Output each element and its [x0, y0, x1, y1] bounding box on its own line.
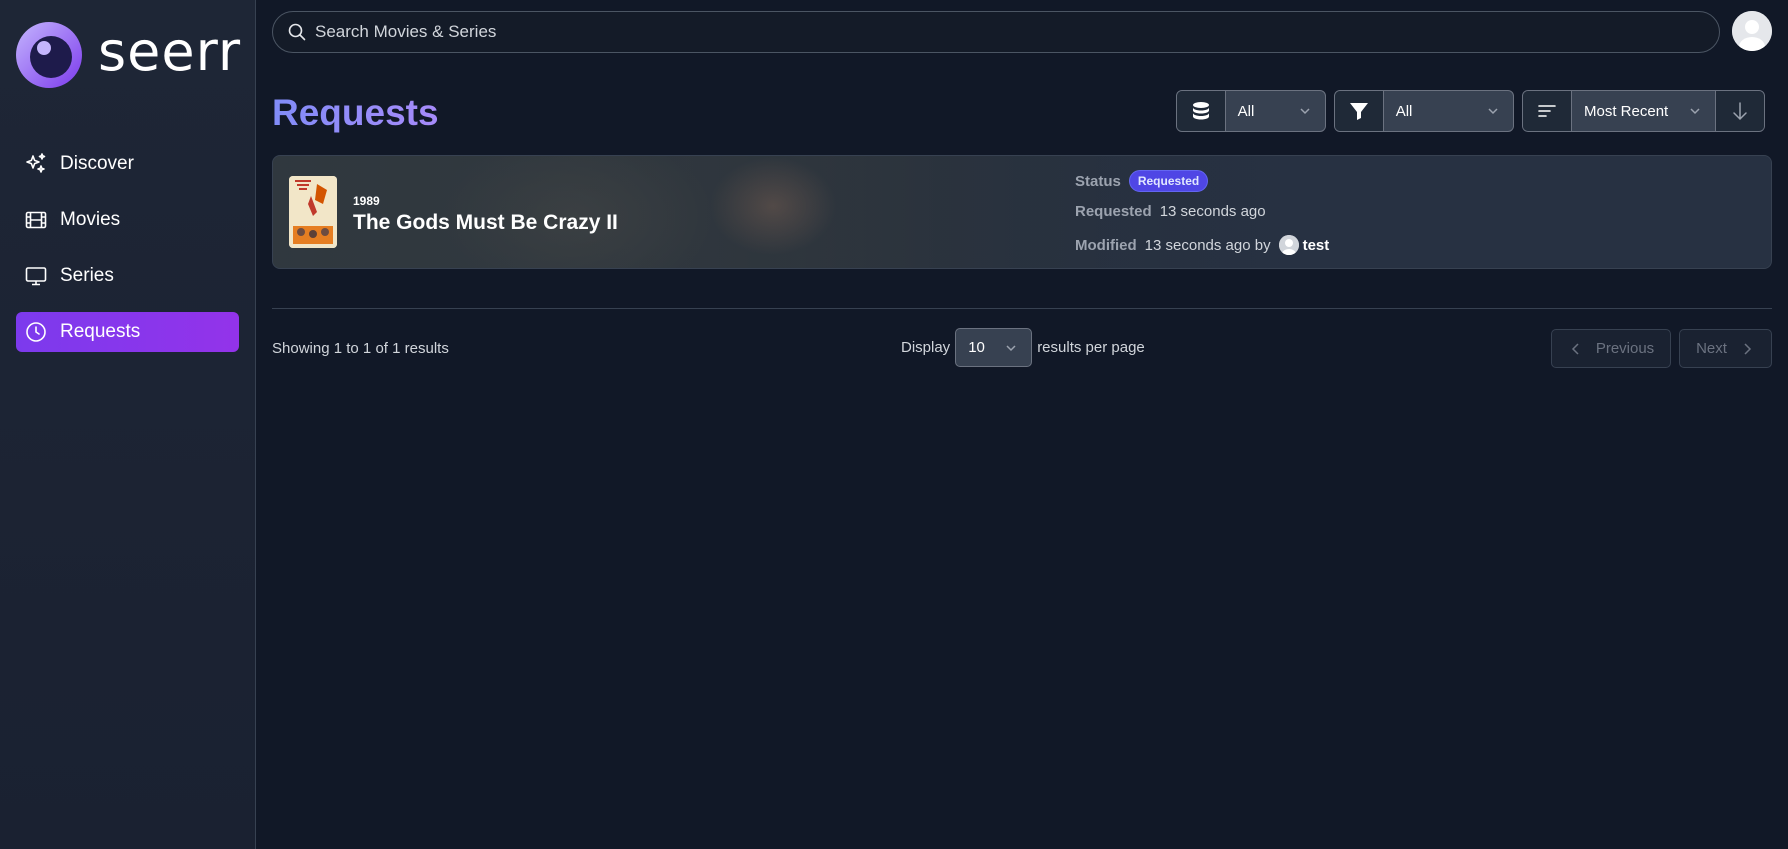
showing-prefix: Showing: [272, 340, 330, 357]
request-title[interactable]: The Gods Must Be Crazy II: [353, 211, 618, 235]
sparkles-icon: [26, 153, 46, 173]
chevron-down-icon: [1300, 108, 1310, 115]
sidebar-item-discover[interactable]: Discover: [16, 144, 239, 184]
showing-to-word: to: [346, 340, 359, 357]
sort-value: Most Recent: [1584, 102, 1669, 120]
request-year: 1989: [353, 194, 380, 208]
media-type-filter-icon-box: [1177, 91, 1226, 131]
clock-icon: [26, 322, 46, 342]
requested-time: 13 seconds ago: [1159, 203, 1266, 220]
sidebar-item-requests[interactable]: Requests: [16, 312, 239, 352]
showing-total: 1: [392, 340, 401, 357]
requested-label: Requested: [1075, 203, 1152, 220]
filter-icon: [1349, 103, 1368, 120]
modifier-avatar[interactable]: [1278, 235, 1299, 255]
chevron-right-icon: [1744, 342, 1751, 355]
showing-of-word: of: [375, 340, 388, 357]
per-page-suffix: results per page: [1037, 339, 1145, 356]
chevron-down-icon: [1006, 344, 1016, 351]
database-icon: [1192, 102, 1209, 120]
page-title: Requests: [272, 92, 439, 133]
search-icon: [288, 23, 306, 41]
chevron-down-icon: [1690, 108, 1700, 115]
results-summary: Showing 1 to 1 of 1 results: [272, 340, 449, 357]
showing-results-word: results: [404, 340, 449, 357]
per-page-value: 10: [968, 339, 985, 356]
search-input[interactable]: [315, 22, 1675, 42]
per-page-select[interactable]: 10: [955, 328, 1033, 367]
status-label: Status: [1075, 172, 1121, 190]
status-select[interactable]: All: [1384, 91, 1513, 131]
app-name: seerr: [98, 20, 242, 83]
user-avatar[interactable]: [1732, 11, 1772, 51]
media-type-value: All: [1237, 102, 1255, 120]
modified-time: 13 seconds ago by: [1144, 236, 1271, 254]
arrow-down-icon: [1733, 102, 1747, 121]
logo[interactable]: seerr: [16, 22, 241, 88]
media-type-filter[interactable]: All: [1176, 90, 1326, 132]
sidebar-item-label: Movies: [60, 209, 121, 230]
sort-select[interactable]: Most Recent: [1572, 91, 1715, 131]
sort-direction-button[interactable]: [1715, 91, 1764, 131]
modifier-name[interactable]: test: [1303, 237, 1330, 254]
showing-from: 1: [333, 340, 343, 357]
film-icon: [25, 211, 47, 229]
sidebar-item-label: Discover: [60, 153, 134, 174]
poster-art: [289, 176, 337, 248]
media-type-select[interactable]: All: [1226, 91, 1325, 131]
sort-filter[interactable]: Most Recent: [1522, 90, 1765, 132]
sidebar-item-label: Series: [60, 265, 114, 286]
user-avatar-icon: [1732, 11, 1772, 51]
showing-to: 1: [362, 340, 372, 357]
sidebar-item-series[interactable]: Series: [16, 256, 239, 296]
previous-label: Previous: [1595, 340, 1655, 357]
sort-lines-icon: [1538, 105, 1556, 117]
request-status-row: Status Requested: [1075, 170, 1209, 192]
status-filter-value: All: [1395, 102, 1413, 120]
modified-label: Modified: [1075, 236, 1137, 254]
per-page-control: Display 10 results per page: [901, 328, 1145, 367]
user-avatar-icon: [1278, 235, 1299, 255]
request-card[interactable]: 1989 The Gods Must Be Crazy II Status Re…: [272, 155, 1772, 269]
search-bar[interactable]: [272, 11, 1720, 53]
sidebar-item-movies[interactable]: Movies: [16, 200, 239, 240]
display-label: Display: [901, 339, 951, 356]
divider: [272, 308, 1772, 309]
sort-filter-icon-box: [1523, 91, 1572, 131]
status-filter[interactable]: All: [1334, 90, 1514, 132]
status-filter-icon-box: [1335, 91, 1384, 131]
logo-eye-icon: [16, 22, 82, 88]
next-label: Next: [1696, 340, 1727, 357]
movie-poster[interactable]: [289, 176, 337, 248]
chevron-down-icon: [1488, 108, 1498, 115]
previous-button[interactable]: Previous: [1551, 329, 1671, 368]
sidebar-item-label: Requests: [60, 321, 141, 342]
request-modified-row: Modified 13 seconds ago by test: [1075, 235, 1329, 255]
sidebar-nav: Discover Movies Series Requests: [16, 144, 239, 368]
chevron-left-icon: [1571, 342, 1579, 355]
request-requested-row: Requested 13 seconds ago: [1075, 203, 1266, 220]
status-badge: Requested: [1128, 170, 1209, 192]
tv-icon: [25, 267, 47, 286]
sidebar: seerr Discover Movies Series Requests: [0, 0, 256, 849]
next-button[interactable]: Next: [1679, 329, 1772, 368]
